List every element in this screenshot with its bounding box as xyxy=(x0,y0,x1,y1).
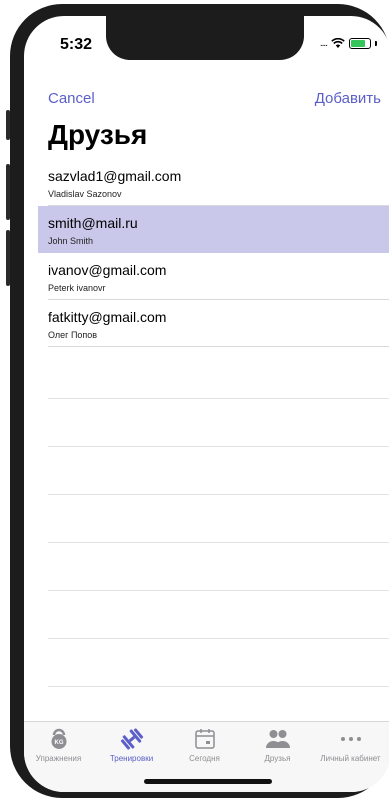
app-screen: 5:32 .... Cancel Добавить Друзья sazvlad… xyxy=(24,16,389,792)
tab-label: Друзья xyxy=(264,754,291,763)
empty-row xyxy=(48,399,389,447)
empty-list-area xyxy=(48,351,389,687)
friend-name: John Smith xyxy=(48,236,94,246)
dumbbell-icon xyxy=(120,728,143,750)
row-separator xyxy=(48,346,389,347)
empty-row xyxy=(48,351,389,399)
page-title: Друзья xyxy=(48,119,148,150)
status-time: 5:32 xyxy=(60,36,93,53)
tab-exercises[interactable]: KG Упражнения xyxy=(24,728,95,763)
people-icon xyxy=(265,730,290,748)
battery-level xyxy=(351,40,365,47)
add-button[interactable]: Добавить xyxy=(315,90,381,107)
more-icon xyxy=(340,737,361,741)
home-indicator xyxy=(143,779,272,784)
mute-switch xyxy=(6,110,10,140)
battery-cap xyxy=(375,41,377,46)
tab-label: Упражнения xyxy=(35,754,82,763)
battery-icon xyxy=(349,38,371,49)
calendar-icon xyxy=(194,729,215,749)
friend-name: Vladislav Sazonov xyxy=(48,189,122,199)
tab-today[interactable]: Сегодня xyxy=(168,728,241,763)
friend-email: sazvlad1@gmail.com xyxy=(48,168,182,184)
wifi-icon xyxy=(331,38,345,48)
friend-row[interactable]: ivanov@gmail.com Peterk ivanovr xyxy=(38,253,389,300)
friend-email: smith@mail.ru xyxy=(48,215,138,231)
notch xyxy=(106,16,304,60)
empty-row xyxy=(48,543,389,591)
svg-text:KG: KG xyxy=(54,740,63,746)
tab-profile[interactable]: Личный кабинет xyxy=(314,728,387,763)
friend-row[interactable]: fatkitty@gmail.com Олег Попов xyxy=(38,300,389,347)
volume-up-button xyxy=(6,164,10,220)
tab-label: Тренировки xyxy=(109,754,154,763)
tab-label: Личный кабинет xyxy=(320,754,381,763)
friend-name: Олег Попов xyxy=(48,330,98,340)
empty-row xyxy=(48,495,389,543)
tab-workouts[interactable]: Тренировки xyxy=(95,728,168,763)
friend-email: ivanov@gmail.com xyxy=(48,262,167,278)
tab-bar: KG Упражнения Тренировки Сегодня Друзья … xyxy=(24,721,389,792)
friend-email: fatkitty@gmail.com xyxy=(48,309,167,325)
empty-row xyxy=(48,447,389,495)
friend-row-selected[interactable]: smith@mail.ru John Smith xyxy=(38,206,389,253)
tab-friends[interactable]: Друзья xyxy=(241,728,314,763)
signal-dots: .... xyxy=(319,38,328,49)
friend-name: Peterk ivanovr xyxy=(48,283,106,293)
volume-down-button xyxy=(6,230,10,286)
tab-label: Сегодня xyxy=(189,754,220,763)
kettlebell-icon: KG xyxy=(51,728,66,749)
friends-list: sazvlad1@gmail.com Vladislav Sazonov smi… xyxy=(38,159,389,347)
friend-row[interactable]: sazvlad1@gmail.com Vladislav Sazonov xyxy=(38,159,389,206)
status-indicators: .... xyxy=(320,38,377,49)
empty-row xyxy=(48,591,389,639)
empty-row xyxy=(48,639,389,687)
cancel-button[interactable]: Cancel xyxy=(48,90,95,107)
